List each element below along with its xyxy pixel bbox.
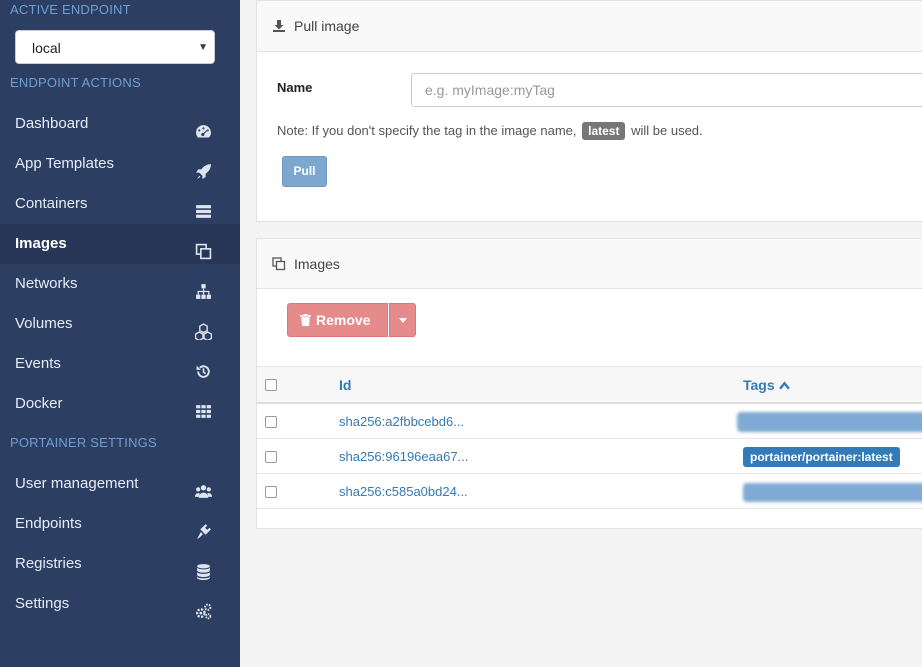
column-tags-header[interactable]: Tags [743,367,790,403]
rocket-icon [195,156,212,179]
download-icon [272,19,286,33]
active-endpoint-heading: ACTIVE ENDPOINT [10,2,131,17]
sidebar-item-settings[interactable]: Settings [0,584,240,624]
row-checkbox[interactable] [265,451,277,463]
pull-image-title: Pull image [294,18,360,34]
sidebar-item-label: Dashboard [15,115,89,132]
portainer-settings-heading: PORTAINER SETTINGS [10,435,157,450]
sidebar-item-networks[interactable]: Networks [0,264,240,304]
sidebar-item-label: Networks [15,275,78,292]
images-panel-header: Images [257,239,922,289]
endpoint-select[interactable]: local ▼ [15,30,215,64]
tag-note: Note: If you don't specify the tag in th… [277,122,703,140]
pull-image-panel: Pull image Name Note: If you don't speci… [256,0,922,222]
sidebar-item-volumes[interactable]: Volumes [0,304,240,344]
server-icon [195,196,212,218]
trash-icon [300,305,311,326]
redacted-tag [737,412,922,432]
sidebar-item-label: Events [15,355,61,372]
endpoint-actions-heading: ENDPOINT ACTIONS [10,75,141,90]
image-tag-badge: portainer/portainer:latest [743,447,900,467]
image-id-link[interactable]: sha256:96196eaa67... [339,439,468,474]
pull-button[interactable]: Pull [282,156,327,187]
sidebar-item-label: User management [15,475,139,492]
sidebar-item-label: Containers [15,195,88,212]
clone-icon [195,236,212,260]
remove-button[interactable]: Remove [287,303,388,337]
table-row: sha256:96196eaa67... portainer/portainer… [257,439,922,474]
cogs-icon [195,596,212,620]
latest-badge: latest [582,122,626,140]
remove-button-label: Remove [316,312,371,328]
sidebar-item-images[interactable]: Images [0,224,240,264]
table-row: sha256:a2fbbcebd6... [257,404,922,439]
caret-down-icon [399,318,407,323]
sidebar-item-label: Registries [15,555,82,572]
history-icon [195,356,212,378]
sidebar-item-label: Endpoints [15,515,82,532]
sidebar-item-label: Settings [15,595,70,612]
chevron-down-icon: ▼ [198,42,208,53]
sidebar-item-label: App Templates [15,155,114,172]
th-icon [195,396,212,418]
image-name-input[interactable] [411,73,922,107]
column-tags-label: Tags [743,377,775,393]
table-row: sha256:c585a0bd24... [257,474,922,509]
images-panel: Images Remove Id Tags sha256:a2fbbcebd6.… [256,238,922,529]
sidebar-item-label: Docker [15,395,63,412]
cubes-icon [194,316,213,342]
name-label: Name [277,80,313,95]
sidebar-item-endpoints[interactable]: Endpoints [0,504,240,544]
clone-icon [272,257,286,271]
plug-icon [195,516,212,539]
sidebar-item-label: Volumes [15,315,73,332]
images-title: Images [294,256,340,272]
dashboard-icon [195,116,212,138]
sidebar-item-dashboard[interactable]: Dashboard [0,104,240,144]
row-checkbox[interactable] [265,486,277,498]
chevron-up-icon [778,381,790,390]
database-icon [195,556,212,580]
endpoint-select-value: local [32,40,61,56]
tag-note-text: Note: If you don't specify the tag in th… [277,123,577,138]
sidebar-item-registries[interactable]: Registries [0,544,240,584]
tag-note-text-end: will be used. [631,123,703,138]
remove-dropdown-toggle[interactable] [389,303,416,337]
sidebar-item-user-management[interactable]: User management [0,464,240,504]
sidebar-item-docker[interactable]: Docker [0,384,240,424]
column-id-header[interactable]: Id [339,367,351,403]
sidebar-item-label: Images [15,235,67,252]
row-checkbox[interactable] [265,416,277,428]
pull-image-panel-header: Pull image [257,1,922,52]
sidebar-item-events[interactable]: Events [0,344,240,384]
users-icon [195,476,212,498]
sidebar: ACTIVE ENDPOINT local ▼ ENDPOINT ACTIONS… [0,0,240,667]
table-header: Id Tags [257,366,922,404]
sitemap-icon [195,276,212,299]
redacted-tag [743,483,922,502]
select-all-checkbox[interactable] [265,379,277,391]
sidebar-item-app-templates[interactable]: App Templates [0,144,240,184]
image-id-link[interactable]: sha256:a2fbbcebd6... [339,404,464,439]
image-id-link[interactable]: sha256:c585a0bd24... [339,474,468,509]
sidebar-item-containers[interactable]: Containers [0,184,240,224]
